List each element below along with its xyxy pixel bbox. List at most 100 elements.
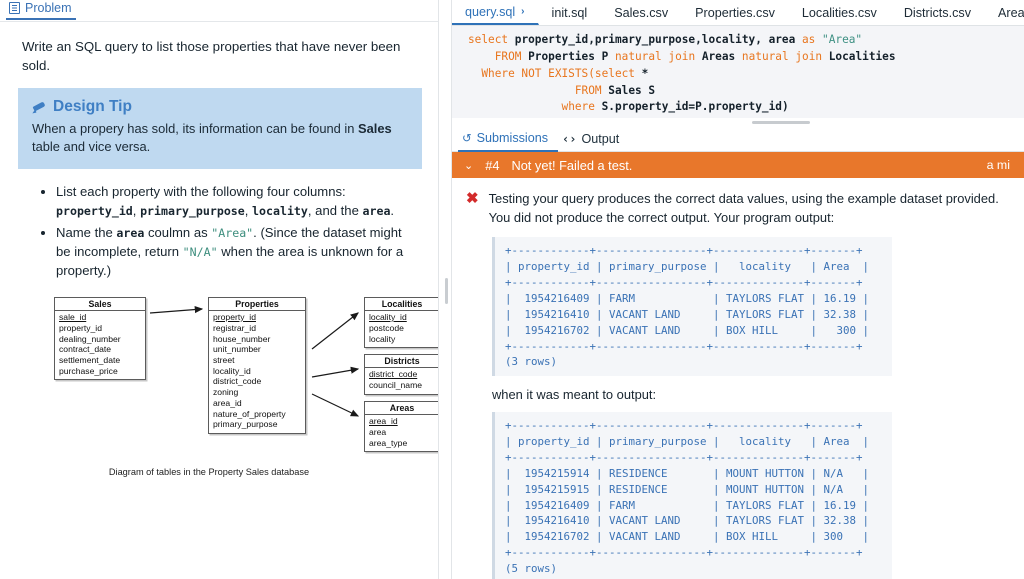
er-table-areas: Areasarea_idareaarea_type xyxy=(364,401,438,452)
er-table-name: Areas xyxy=(365,402,438,415)
results-tabstrip: ↺Submissions‹›Output xyxy=(452,127,1024,152)
failure-row: ✖ Testing your query produces the correc… xyxy=(466,190,1024,227)
er-field: area_type xyxy=(369,438,435,449)
file-tab-query-sql[interactable]: query.sql › xyxy=(452,0,539,25)
er-field: district_code xyxy=(213,376,301,387)
code-token: Sales S xyxy=(608,84,655,97)
er-field: area_id xyxy=(213,398,301,409)
submission-message: Not yet! Failed a test. xyxy=(511,158,632,173)
sql-editor[interactable]: select property_id,primary_purpose,local… xyxy=(452,26,1024,118)
file-tab-areas-csv[interactable]: Areas.csv xyxy=(985,0,1024,25)
design-tip-title-label: Design Tip xyxy=(53,98,132,116)
splitter-grip[interactable] xyxy=(445,278,448,304)
tab-problem[interactable]: Problem xyxy=(6,0,76,20)
er-table-name: Sales xyxy=(55,298,145,311)
file-tab-label: init.sql xyxy=(552,6,588,20)
horizontal-splitter[interactable] xyxy=(452,118,1024,127)
er-field-list: sale_idproperty_iddealing_numbercontract… xyxy=(55,311,145,379)
code-line: FROM Properties P natural join Areas nat… xyxy=(468,49,1014,66)
code-token xyxy=(595,100,602,113)
file-tab-sales-csv[interactable]: Sales.csv xyxy=(601,0,682,25)
code-token: Where NOT EXISTS( xyxy=(481,67,595,80)
code-token: Localities xyxy=(829,50,896,63)
submission-banner[interactable]: ⌄ #4 Not yet! Failed a test. a mi xyxy=(452,152,1024,178)
code-token xyxy=(762,33,769,46)
requirement-text: , xyxy=(245,203,252,218)
horizontal-splitter-grip[interactable] xyxy=(752,121,810,124)
file-tab-init-sql[interactable]: init.sql xyxy=(539,0,602,25)
er-field: unit_number xyxy=(213,344,301,355)
expected-label: when it was meant to output: xyxy=(492,387,1024,402)
test-result-body: ✖ Testing your query produces the correc… xyxy=(452,178,1024,579)
requirements-list: List each property with the following fo… xyxy=(22,183,412,281)
chevron-right-icon[interactable]: › xyxy=(521,6,524,17)
file-tab-properties-csv[interactable]: Properties.csv xyxy=(682,0,789,25)
er-table-districts: Districtsdistrict_codecouncil_name xyxy=(364,354,438,394)
submission-number: #4 xyxy=(485,158,499,173)
submission-time: a mi xyxy=(987,158,1010,172)
er-field: locality_id xyxy=(369,312,435,323)
er-field: council_name xyxy=(369,380,435,391)
er-field: purchase_price xyxy=(59,366,141,377)
history-icon: ↺ xyxy=(462,131,472,145)
code-token xyxy=(735,50,742,63)
document-icon xyxy=(9,2,20,14)
file-tabstrip: query.sql › init.sql Sales.csvProperties.cs… xyxy=(452,0,1024,26)
code-token: * xyxy=(642,67,649,80)
file-tab-label: Areas.csv xyxy=(998,6,1024,20)
code-token xyxy=(695,50,702,63)
requirement-text: , and the xyxy=(308,203,363,218)
code-token: FROM xyxy=(575,84,602,97)
requirement-text: property_id xyxy=(56,204,133,218)
code-token xyxy=(508,33,515,46)
file-tab-label: query.sql xyxy=(465,5,515,19)
er-table-name: Localities xyxy=(365,298,438,311)
file-tab-localities-csv[interactable]: Localities.csv xyxy=(789,0,891,25)
requirement-text: locality xyxy=(252,204,308,218)
workspace-panel: query.sql › init.sql Sales.csvProperties.cs… xyxy=(452,0,1024,579)
tab-submissions[interactable]: ↺Submissions xyxy=(458,127,558,152)
code-token: natural join xyxy=(615,50,695,63)
red-x-icon: ✖ xyxy=(466,190,479,227)
er-field: house_number xyxy=(213,334,301,345)
file-tab-districts-csv[interactable]: Districts.csv xyxy=(891,0,985,25)
requirement-text: , xyxy=(133,203,140,218)
code-icon: ‹› xyxy=(562,132,576,146)
design-tip-text: When a propery has sold, its information… xyxy=(32,120,408,157)
code-token: S.property_id=P.property_id) xyxy=(602,100,789,113)
code-token xyxy=(822,50,829,63)
vertical-splitter[interactable] xyxy=(438,0,452,579)
tip-text-bold: Sales xyxy=(358,121,392,136)
code-token: FROM xyxy=(495,50,522,63)
code-token: Properties P xyxy=(528,50,608,63)
code-token: select xyxy=(468,33,508,46)
left-tabstrip: Problem xyxy=(0,0,438,22)
er-field: area xyxy=(369,427,435,438)
code-line: Where NOT EXISTS(select * xyxy=(468,66,1014,83)
code-token: natural join xyxy=(742,50,822,63)
code-token: where xyxy=(562,100,595,113)
er-field-list: district_codecouncil_name xyxy=(365,368,438,393)
tab-output[interactable]: ‹›Output xyxy=(558,127,629,152)
tab-problem-label: Problem xyxy=(25,1,72,15)
pencil-icon xyxy=(32,100,47,113)
er-field-list: locality_idpostcodelocality xyxy=(365,311,438,347)
code-token xyxy=(608,50,615,63)
requirement-text: "N/A" xyxy=(183,245,218,259)
problem-panel: Problem Write an SQL query to list those… xyxy=(0,0,438,579)
er-field: sale_id xyxy=(59,312,141,323)
er-field: dealing_number xyxy=(59,334,141,345)
er-field: locality xyxy=(369,334,435,345)
code-token xyxy=(795,33,802,46)
code-line: FROM Sales S xyxy=(468,83,1014,100)
er-field: area_id xyxy=(369,416,435,427)
failure-text: Testing your query produces the correct … xyxy=(489,190,1014,227)
er-diagram: Salessale_idproperty_iddealing_numbercon… xyxy=(28,289,438,464)
code-token xyxy=(468,100,562,113)
code-token xyxy=(468,50,495,63)
design-tip-box: Design Tip When a propery has sold, its … xyxy=(18,88,422,169)
chevron-down-icon[interactable]: ⌄ xyxy=(464,159,473,172)
er-field: locality_id xyxy=(213,366,301,377)
code-token: area xyxy=(769,33,796,46)
code-token: "Area" xyxy=(822,33,862,46)
